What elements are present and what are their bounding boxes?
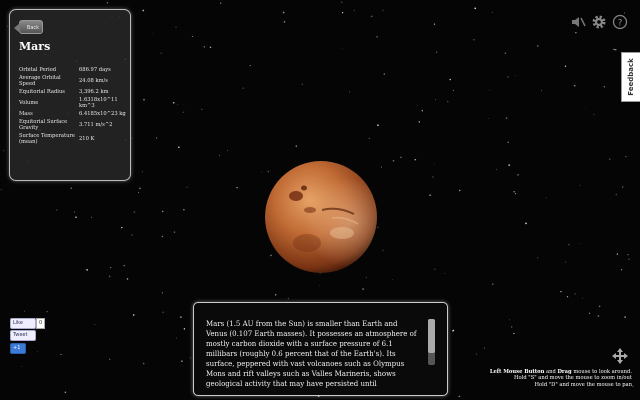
mars-planet[interactable] <box>262 158 380 276</box>
property-row: Orbital Period 686.97 days <box>19 66 129 74</box>
property-row: Mass 6.4185x10^23 kg <box>19 110 129 118</box>
property-label: Orbital Period <box>19 67 57 73</box>
help-look-around: mouse to look around. <box>571 369 632 375</box>
property-row: Equitorial Surface Gravity 3.711 m/s^2 <box>19 118 129 132</box>
property-row: Volume 1.6318x10^11 km^3 <box>19 96 129 110</box>
like-button[interactable]: Like <box>10 318 36 329</box>
property-label: Volume <box>19 100 39 106</box>
property-label: Average Orbital Speed <box>19 75 61 87</box>
plusone-button[interactable]: +1 <box>10 343 26 354</box>
feedback-tab[interactable]: Feedback <box>621 52 640 102</box>
feedback-label: Feedback <box>627 58 635 96</box>
help-left-mouse: Left Mouse Button <box>489 369 545 375</box>
svg-text:?: ? <box>618 19 623 29</box>
help-pan: Hold "D" and move the mouse to pan <box>534 381 632 388</box>
description-panel: Mars (1.5 AU from the Sun) is smaller th… <box>193 302 448 396</box>
property-label: Equitorial Surface Gravity <box>19 119 68 131</box>
planet-description: Mars (1.5 AU from the Sun) is smaller th… <box>206 320 417 388</box>
gear-icon[interactable] <box>591 14 607 30</box>
property-row: Average Orbital Speed 24.08 km/s <box>19 74 129 88</box>
speaker-muted-icon[interactable] <box>570 14 586 30</box>
property-row: Surface Temperature (mean) 210 K <box>19 132 129 146</box>
property-label: Mass <box>19 111 33 117</box>
property-row: Equitorial Radius 3,396.2 km <box>19 88 129 96</box>
like-count: 0 <box>36 318 46 329</box>
move-pan-icon[interactable] <box>611 347 629 365</box>
planet-title: Mars <box>19 40 51 53</box>
scrollbar-thumb[interactable] <box>428 319 435 353</box>
planet-properties-table: Orbital Period 686.97 days Average Orbital… <box>19 66 129 146</box>
property-value: 686.97 days <box>79 67 111 73</box>
help-icon[interactable]: ? <box>612 14 628 30</box>
back-button[interactable]: Back <box>14 20 43 34</box>
tweet-button[interactable]: Tweet <box>10 330 36 341</box>
property-value: 210 K <box>79 136 95 142</box>
help-and: and <box>544 369 558 375</box>
help-drag: Drag <box>557 369 572 375</box>
property-value: 24.08 km/s <box>79 78 108 84</box>
description-scrollbar[interactable] <box>428 319 435 365</box>
property-value: 3,396.2 km <box>79 89 109 95</box>
controls-help-text: Left Mouse Button and Drag mouse to look… <box>476 369 632 388</box>
property-value: 6.4185x10^23 kg <box>79 111 126 117</box>
property-value: 3.711 m/s^2 <box>79 122 113 128</box>
property-label: Equitorial Radius <box>19 89 65 95</box>
property-label: Surface Temperature (mean) <box>19 133 75 145</box>
planet-info-panel: Back Mars Orbital Period 686.97 days Avera… <box>9 9 131 181</box>
property-value: 1.6318x10^11 km^3 <box>79 97 118 109</box>
